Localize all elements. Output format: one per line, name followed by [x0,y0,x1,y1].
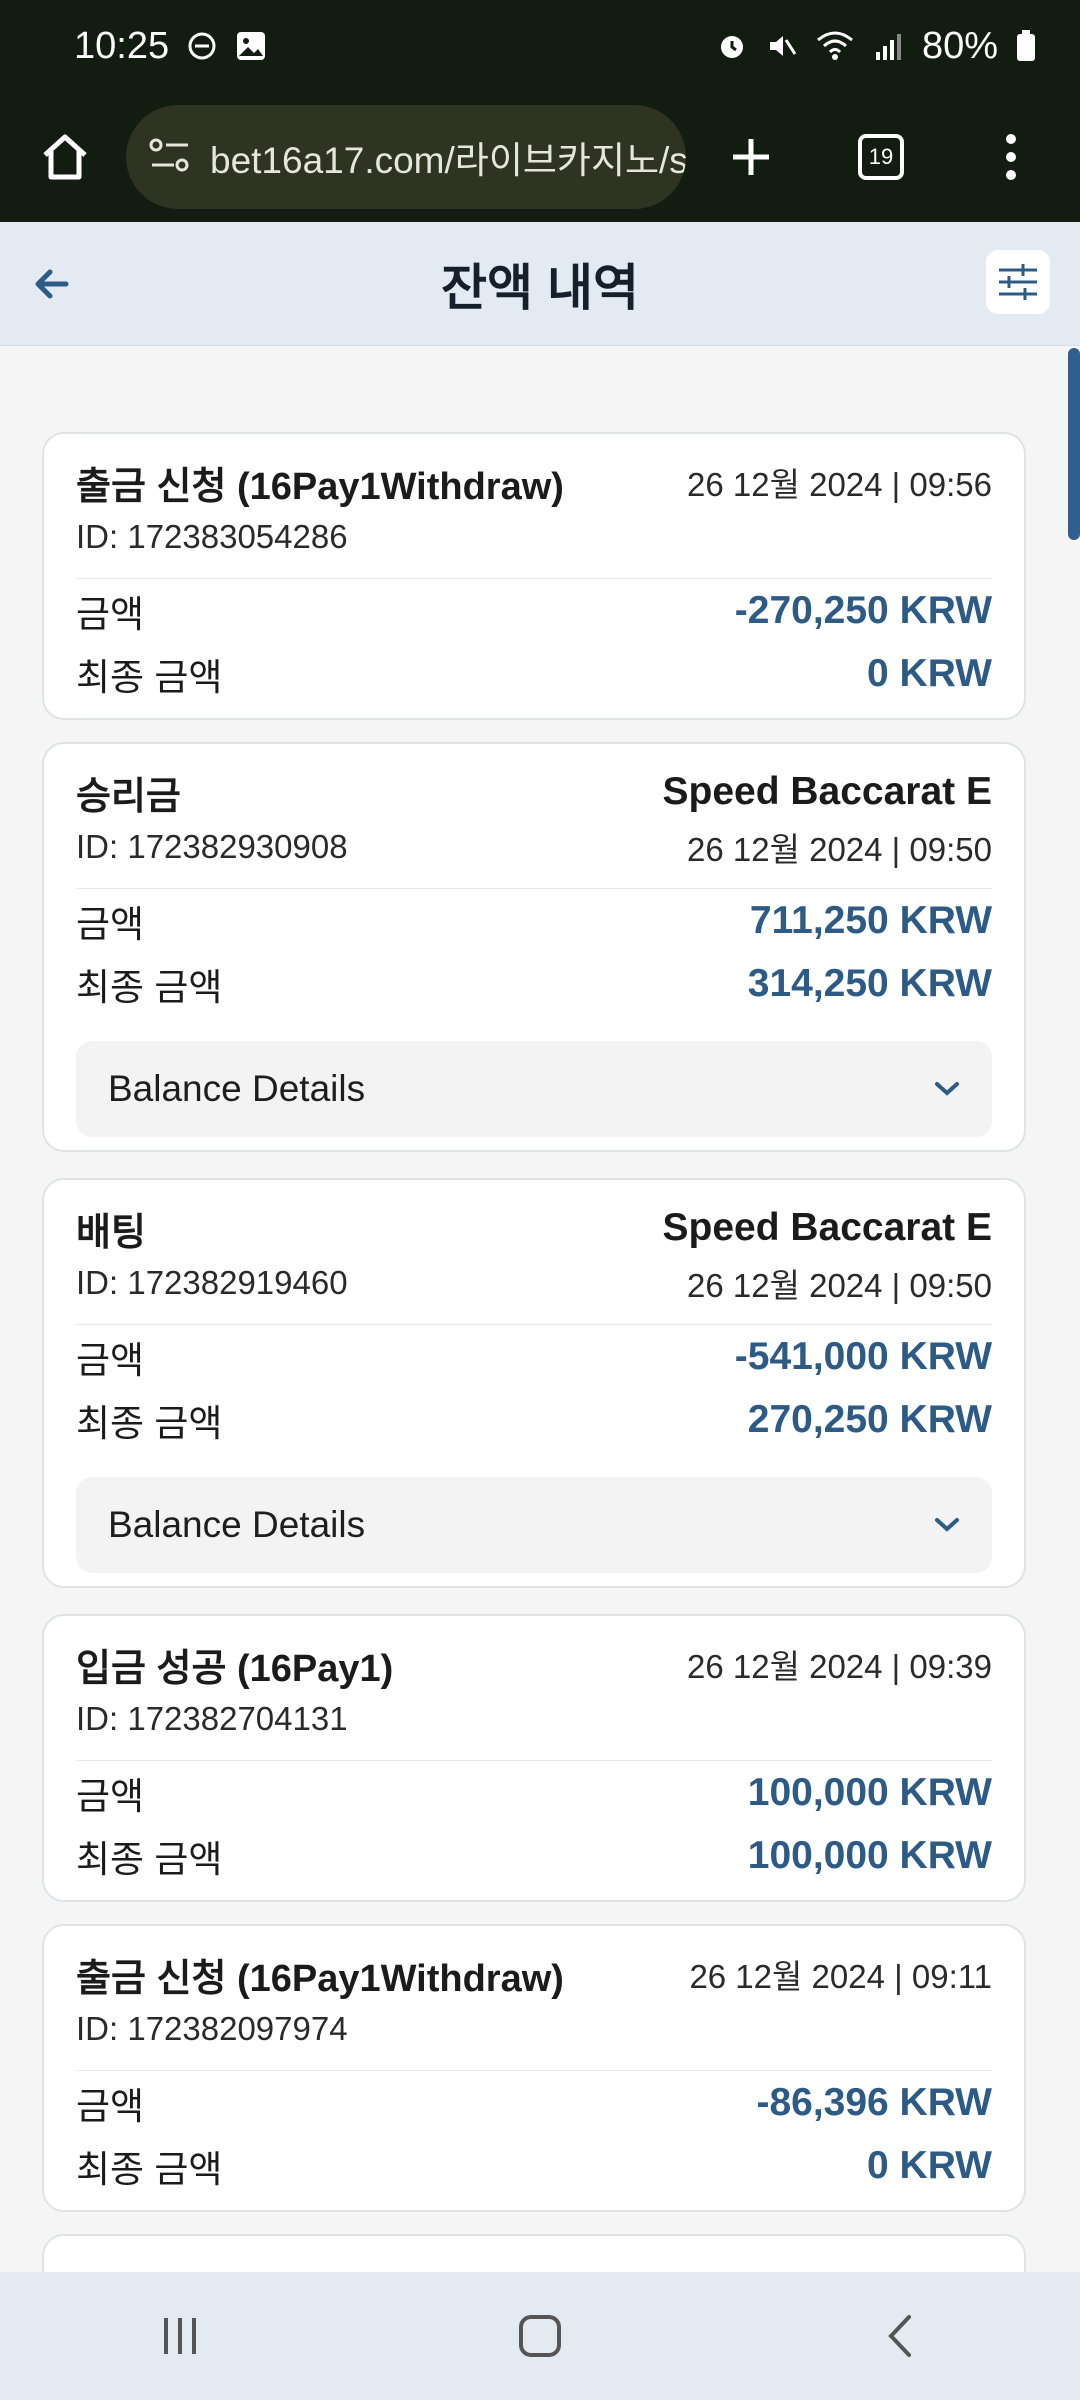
recents-button[interactable] [120,2296,240,2376]
tab-switcher-button[interactable]: 19 [836,112,926,202]
amount-value: 711,250 KRW [749,898,992,942]
transaction-date: 26 12월 2024 | 09:50 [686,1267,992,1304]
final-amount-label: 최종 금액 [76,1402,223,1444]
transaction-card: 입금 성공 (16Pay1) 26 12월 2024 | 09:39 ID: 1… [42,1614,1026,1902]
final-amount-label: 최종 금액 [76,1838,223,1880]
transaction-date: 26 12월 2024 | 09:56 [686,466,992,503]
transaction-type: 배팅 [76,1211,146,1254]
back-nav-button[interactable] [840,2296,960,2376]
back-button[interactable] [22,254,82,314]
balance-history-list[interactable]: 출금 신청 (16Pay1Withdraw) 26 12월 2024 | 09:… [0,346,1080,2272]
balance-details-label: Balance Details [108,1504,366,1545]
app-header: 잔액 내역 [0,222,1080,346]
transaction-id: ID: 172382097974 [76,2010,348,2047]
transaction-type: 입금 성공 (16Pay1) [76,1647,394,1690]
browser-toolbar: bet16a17.com/라이브카지노/s 19 [0,92,1080,222]
chevron-down-icon [935,1518,959,1532]
back-chevron-icon [888,2315,911,2357]
status-time: 10:25 [74,24,170,67]
plus-icon [733,139,769,175]
browser-menu-button[interactable] [966,112,1056,202]
home-icon [43,134,87,180]
transaction-card: 배팅 Speed Baccarat E ID: 172382919460 26 … [42,1178,1026,1588]
system-nav-bar [0,2272,1080,2400]
arrow-left-icon [35,269,69,299]
amount-label: 금액 [76,593,145,635]
mute-icon [766,30,798,62]
balance-details-toggle[interactable]: Balance Details [76,1477,992,1573]
transaction-card: 출금 신청 (16Pay1Withdraw) 26 12월 2024 | 09:… [42,432,1026,720]
game-name: Speed Baccarat E [662,1206,992,1249]
filter-button[interactable] [986,250,1050,314]
chevron-down-icon [935,1082,959,1096]
recents-icon [164,2318,196,2354]
transaction-card: 승리금 Speed Baccarat E ID: 172382930908 26… [42,742,1026,1152]
final-amount-label: 최종 금액 [76,2148,223,2190]
page-title: 잔액 내역 [441,259,639,316]
gallery-icon [235,30,267,62]
amount-value: -270,250 KRW [734,588,992,632]
status-right: 80% [716,25,1036,68]
final-amount-value: 270,250 KRW [747,1397,992,1441]
site-settings-icon[interactable] [148,135,192,180]
signal-icon [872,30,904,62]
transaction-id: ID: 172382704131 [76,1700,348,1737]
amount-value: 100,000 KRW [747,1770,992,1814]
home-nav-button[interactable] [480,2296,600,2376]
wifi-icon [816,30,854,62]
transaction-date: 26 12월 2024 | 09:50 [686,831,992,868]
transaction-id: ID: 172383054286 [76,518,348,555]
final-amount-label: 최종 금액 [76,966,223,1008]
transaction-type: 출금 신청 (16Pay1Withdraw) [76,1957,564,2000]
transaction-card: 출금 신청 (16Pay1Withdraw) 26 12월 2024 | 09:… [42,1924,1026,2212]
final-amount-label: 최종 금액 [76,656,223,698]
amount-label: 금액 [76,903,145,945]
balance-details-label: Balance Details [108,1068,366,1109]
final-amount-value: 100,000 KRW [747,1833,992,1877]
amount-value: -541,000 KRW [734,1334,992,1378]
status-bar: 10:25 80% [0,0,1080,92]
url-text: bet16a17.com/라이브카지노/s [210,140,686,181]
battery-icon [1016,30,1036,62]
transaction-type: 출금 신청 (16Pay1Withdraw) [76,465,564,508]
alarm-icon [716,30,748,62]
amount-label: 금액 [76,2085,145,2127]
final-amount-value: 0 KRW [867,2143,992,2187]
do-not-disturb-icon [187,31,217,61]
more-vert-icon [1006,134,1016,180]
game-name: Speed Baccarat E [662,770,992,813]
home-square-icon [519,2315,561,2357]
new-tab-button[interactable] [706,112,796,202]
final-amount-value: 0 KRW [867,651,992,695]
final-amount-value: 314,250 KRW [747,961,992,1005]
balance-details-toggle[interactable]: Balance Details [76,1041,992,1137]
transaction-type: 승리금 [76,775,181,818]
transaction-id: ID: 172382919460 [76,1264,348,1301]
home-button[interactable] [20,112,110,202]
amount-label: 금액 [76,1775,145,1817]
status-left: 10:25 [74,25,267,68]
sliders-icon [999,264,1037,300]
transaction-id: ID: 172382930908 [76,828,348,865]
transaction-date: 26 12월 2024 | 09:11 [689,1958,992,1995]
amount-label: 금액 [76,1339,145,1381]
battery-percent: 80% [921,24,998,67]
scrollbar[interactable] [1068,348,1080,540]
transaction-date: 26 12월 2024 | 09:39 [686,1648,992,1685]
tab-count: 19 [858,134,904,180]
address-bar[interactable]: bet16a17.com/라이브카지노/s [126,105,686,209]
amount-value: -86,396 KRW [756,2080,992,2124]
transaction-card [42,2234,1026,2272]
